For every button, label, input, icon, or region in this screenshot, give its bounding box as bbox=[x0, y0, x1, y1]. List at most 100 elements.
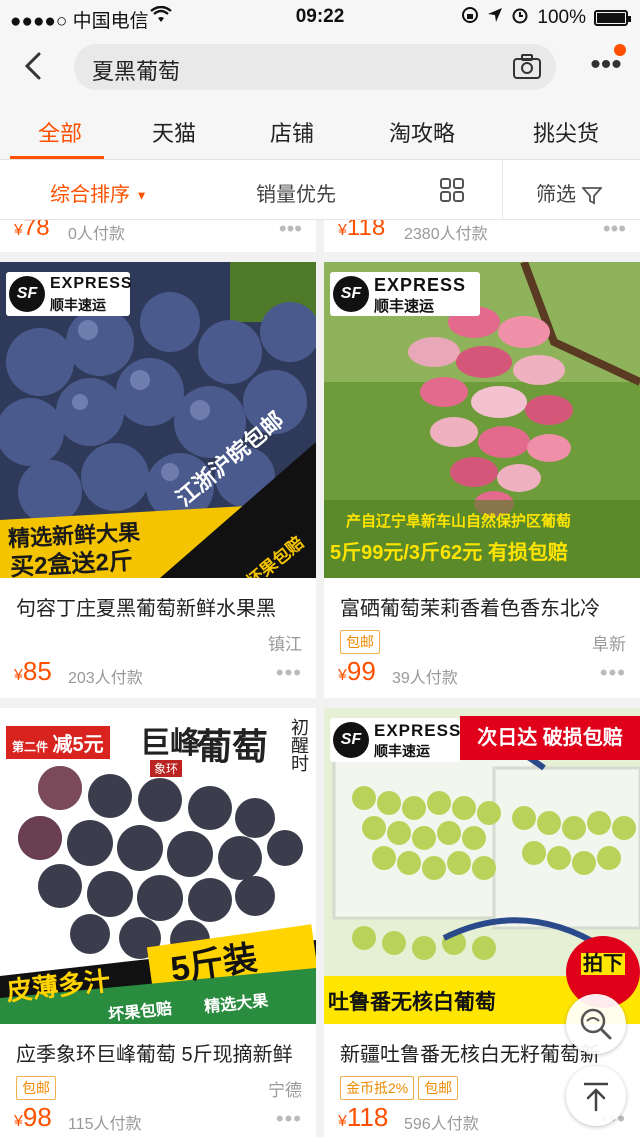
tab-all[interactable]: 全部 bbox=[0, 116, 120, 148]
paid-count: 115人付款 bbox=[68, 1116, 142, 1133]
chevron-left-icon bbox=[24, 52, 41, 80]
more-dots-icon[interactable]: ••• bbox=[276, 660, 302, 686]
grid-view-icon[interactable] bbox=[440, 178, 464, 202]
product-location: 宁德 bbox=[268, 1081, 302, 1100]
similar-search-button[interactable] bbox=[566, 994, 626, 1054]
divider bbox=[502, 160, 503, 220]
arrow-up-icon bbox=[584, 1082, 608, 1112]
product-location: 镇江 bbox=[268, 635, 302, 654]
filter-button[interactable]: 筛选 bbox=[536, 178, 603, 207]
tag-list: 金币抵2% 包邮 bbox=[340, 1076, 462, 1100]
battery-icon bbox=[594, 10, 631, 26]
tag-free-shipping: 包邮 bbox=[418, 1076, 459, 1100]
price: ¥85 bbox=[14, 656, 52, 686]
bottom-banner-text: 吐鲁番无核白葡萄 bbox=[328, 991, 496, 1014]
alarm-icon bbox=[511, 6, 529, 30]
product-title[interactable]: 富硒葡萄茉莉香着色香东北冷 bbox=[340, 592, 630, 621]
product-card[interactable]: SF EXPRESS 顺丰速运 精选新鲜大果 买2盒送2斤 江浙沪皖包邮 坏果包… bbox=[0, 262, 316, 698]
tab-premium[interactable]: 挑尖货 bbox=[506, 116, 626, 148]
category-tabs: 全部 天猫 店铺 淘攻略 挑尖货 bbox=[0, 98, 640, 160]
sf-en: EXPRESS bbox=[374, 721, 462, 740]
badge-small-text: 第二件 bbox=[12, 740, 49, 754]
search-query: 夏黑葡萄 bbox=[92, 59, 181, 84]
more-dots-icon[interactable]: ••• bbox=[600, 660, 626, 686]
search-input[interactable]: 夏黑葡萄 bbox=[74, 44, 556, 90]
paid-count: 596人付款 bbox=[404, 1116, 479, 1133]
sf-express-logo: SF EXPRESS 顺丰速运 bbox=[330, 272, 480, 316]
sf-en: EXPRESS bbox=[50, 275, 133, 292]
sf-mark: SF bbox=[9, 276, 45, 312]
promo-badge: 第二件 减5元 bbox=[6, 726, 110, 759]
top-bar: 夏黑葡萄 ••• bbox=[0, 36, 640, 98]
sort-comprehensive-label: 综合排序 bbox=[50, 184, 130, 206]
status-bar: ●●●●○ 中国电信 09:22 100% bbox=[0, 0, 640, 36]
filter-label: 筛选 bbox=[536, 184, 576, 206]
sort-bar: 综合排序 ▼ 销量优先 筛选 bbox=[0, 160, 640, 220]
promo-text-2: 买2盒送2斤 bbox=[9, 547, 134, 578]
product-image: SF EXPRESS 顺丰速运 精选新鲜大果 买2盒送2斤 江浙沪皖包邮 坏果包… bbox=[0, 262, 316, 578]
back-to-top-button[interactable] bbox=[566, 1066, 626, 1126]
product-image: SF EXPRESS 顺丰速运 次日达 破损包赔 吐鲁番无核白葡萄 拍下 bbox=[324, 708, 640, 1024]
product-location: 阜新 bbox=[592, 635, 626, 654]
paid-count: 2380人付款 bbox=[404, 226, 488, 243]
product-title[interactable]: 句容丁庄夏黑葡萄新鲜水果黑 bbox=[16, 592, 306, 621]
product-card-partial[interactable]: ¥118 2380人付款 ••• bbox=[324, 220, 640, 252]
brand-title-2: 葡萄 bbox=[196, 726, 269, 768]
sf-mark: SF bbox=[333, 722, 369, 758]
location-icon bbox=[487, 7, 503, 29]
caret-down-icon: ▼ bbox=[135, 188, 148, 203]
sf-express-logo: SF EXPRESS 顺丰速运 bbox=[330, 718, 460, 762]
orientation-lock-icon bbox=[461, 6, 479, 30]
price-badge-label: 拍下 bbox=[581, 953, 625, 975]
more-dots-icon[interactable]: ••• bbox=[603, 220, 626, 242]
paid-count: 0人付款 bbox=[68, 226, 125, 243]
price: ¥78 bbox=[14, 220, 50, 241]
sf-mark: SF bbox=[333, 276, 369, 312]
product-card[interactable]: SF EXPRESS 顺丰速运 产自辽宁阜新车山自然保护区葡萄 5斤99元/3斤… bbox=[324, 262, 640, 698]
more-dots-icon[interactable]: ••• bbox=[279, 220, 302, 242]
product-title[interactable]: 应季象环巨峰葡萄 5斤现摘新鲜 bbox=[16, 1038, 306, 1067]
similar-search-icon bbox=[580, 1008, 612, 1040]
tag-coin-discount: 金币抵2% bbox=[340, 1076, 415, 1100]
paid-count: 203人付款 bbox=[68, 670, 143, 687]
price: ¥118 bbox=[338, 1102, 389, 1132]
product-image: SF EXPRESS 顺丰速运 产自辽宁阜新车山自然保护区葡萄 5斤99元/3斤… bbox=[324, 262, 640, 578]
tab-shops[interactable]: 店铺 bbox=[232, 116, 352, 148]
status-right: 100% bbox=[461, 6, 631, 30]
tag-free-shipping: 包邮 bbox=[340, 630, 380, 654]
product-card[interactable]: 第二件 减5元 巨峰 葡萄 象环 初醒时 皮薄多汁 5斤装 坏果包赔 精选大果 … bbox=[0, 708, 316, 1137]
tag-free-shipping: 包邮 bbox=[16, 1076, 56, 1100]
sort-sales[interactable]: 销量优先 bbox=[256, 178, 336, 207]
badge-text: 减5元 bbox=[52, 734, 104, 756]
back-button[interactable] bbox=[14, 46, 54, 86]
product-card-partial[interactable]: ¥78 0人付款 ••• bbox=[0, 220, 316, 252]
side-text: 初醒时 bbox=[289, 718, 309, 772]
sf-cn: 顺丰速运 bbox=[374, 298, 435, 315]
sf-cn: 顺丰速运 bbox=[374, 743, 430, 759]
more-dots-icon[interactable]: ••• bbox=[276, 1106, 302, 1132]
price: ¥99 bbox=[338, 656, 376, 686]
sf-cn: 顺丰速运 bbox=[50, 297, 106, 313]
tab-tmall[interactable]: 天猫 bbox=[114, 116, 234, 148]
tag-list: 包邮 bbox=[340, 630, 384, 654]
tag-list: 包邮 bbox=[16, 1076, 60, 1100]
sort-comprehensive[interactable]: 综合排序 ▼ bbox=[50, 178, 147, 207]
price: ¥98 bbox=[14, 1102, 52, 1132]
brand-title-1: 巨峰 bbox=[140, 726, 200, 761]
product-image: 第二件 减5元 巨峰 葡萄 象环 初醒时 皮薄多汁 5斤装 坏果包赔 精选大果 bbox=[0, 708, 316, 1024]
price-promo-text: 5斤99元/3斤62元 有损包赔 bbox=[330, 542, 568, 564]
more-button[interactable]: ••• bbox=[584, 44, 628, 84]
sf-en: EXPRESS bbox=[374, 275, 467, 295]
funnel-icon bbox=[580, 186, 603, 205]
price: ¥118 bbox=[338, 220, 386, 241]
notification-dot bbox=[614, 44, 626, 56]
sf-express-logo: SF EXPRESS 顺丰速运 bbox=[6, 272, 133, 316]
active-tab-indicator bbox=[10, 156, 104, 159]
camera-icon[interactable] bbox=[512, 53, 542, 81]
origin-text: 产自辽宁阜新车山自然保护区葡萄 bbox=[346, 513, 572, 530]
delivery-banner: 次日达 破损包赔 bbox=[460, 716, 640, 760]
paid-count: 39人付款 bbox=[392, 670, 458, 687]
battery-percent: 100% bbox=[537, 7, 586, 28]
brand-stamp: 象环 bbox=[150, 760, 183, 777]
tab-guides[interactable]: 淘攻略 bbox=[362, 116, 482, 148]
